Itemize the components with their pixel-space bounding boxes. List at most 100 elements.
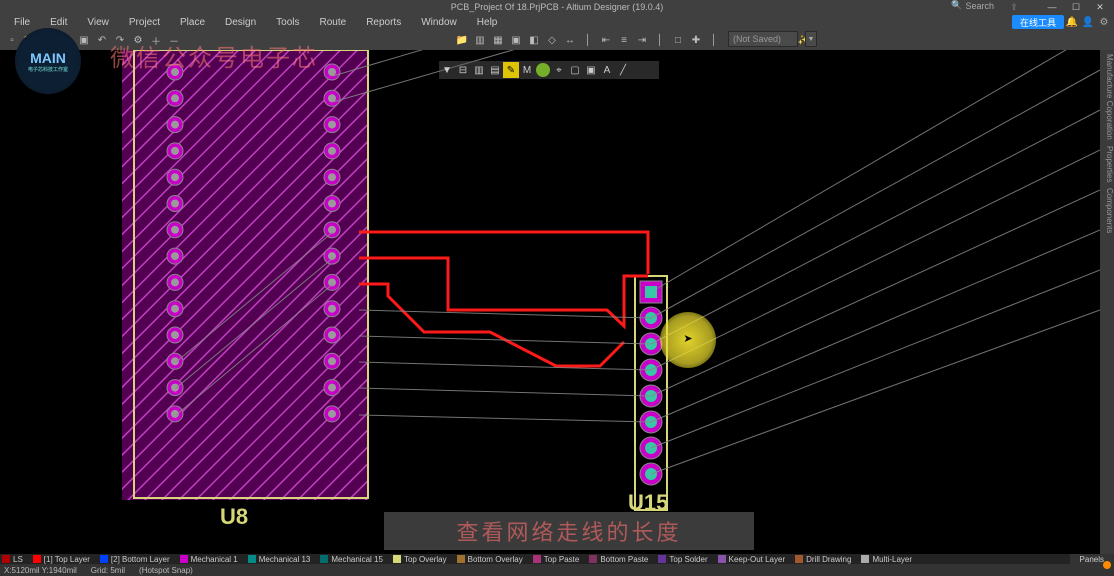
layer-tab-13[interactable]: Multi-Layer xyxy=(861,555,912,564)
sheet-icon[interactable]: ▥ xyxy=(472,32,488,48)
layer-tab-0[interactable]: LS xyxy=(2,555,23,564)
layer-tab-3[interactable]: Mechanical 1 xyxy=(180,555,238,564)
share-button[interactable]: ⇪ xyxy=(1004,0,1024,14)
layer-tab-6[interactable]: Top Overlay xyxy=(393,555,447,564)
menu-tools[interactable]: Tools xyxy=(266,17,309,28)
notify-icon[interactable]: 🔔 xyxy=(1064,14,1080,30)
align-c-icon[interactable]: ≡ xyxy=(616,32,632,48)
save-dropdown-icon[interactable]: ▼ xyxy=(805,31,817,47)
layer-tab-label: Mechanical 1 xyxy=(191,555,238,564)
menu-project[interactable]: Project xyxy=(119,17,170,28)
layer-swatch-icon xyxy=(533,555,541,563)
routed-tracks xyxy=(359,232,648,366)
window-controls: — ☐ ✕ xyxy=(1040,0,1112,14)
layer-tab-label: Drill Drawing xyxy=(806,555,851,564)
brand-sub: 电子芯科技工作室 xyxy=(28,66,68,73)
layer-swatch-icon xyxy=(100,555,108,563)
online-tools-button[interactable]: 在线工具 xyxy=(1012,15,1064,29)
layer-tab-5[interactable]: Mechanical 15 xyxy=(320,555,383,564)
dock-properties[interactable]: Properties xyxy=(1100,146,1114,182)
menu-place[interactable]: Place xyxy=(170,17,215,28)
layer-tab-8[interactable]: Top Paste xyxy=(533,555,580,564)
menu-design[interactable]: Design xyxy=(215,17,266,28)
layer-tabs: LS [1] Top Layer [2] Bottom Layer Mechanica… xyxy=(0,554,1114,564)
dock-manufacture[interactable]: Manufacture Coporation xyxy=(1100,54,1114,140)
layer-tab-label: Mechanical 13 xyxy=(259,555,311,564)
search-box[interactable]: 🔍 Search xyxy=(951,0,994,11)
folder2-icon[interactable]: 📁 xyxy=(454,32,470,48)
minimize-button[interactable]: — xyxy=(1040,0,1064,14)
caption-subtitle: 查看网络走线的长度 xyxy=(384,512,754,550)
ab-filter-icon[interactable]: ▼ xyxy=(439,62,455,78)
brand-name: MAIN xyxy=(30,50,66,66)
dock-components[interactable]: Components xyxy=(1100,188,1114,233)
layer-swatch-icon xyxy=(589,555,597,563)
grid-icon[interactable]: ▦ xyxy=(490,32,506,48)
menu-file[interactable]: File xyxy=(4,17,40,28)
layer-tab-2[interactable]: [2] Bottom Layer xyxy=(100,555,170,564)
ab-box2-icon[interactable]: ▣ xyxy=(583,62,599,78)
status-bar: X:5120mil Y:1940mil Grid: 5mil (Hotspot … xyxy=(0,564,1114,576)
layer-tab-10[interactable]: Top Solder xyxy=(658,555,707,564)
ab-clear-icon[interactable]: ⊟ xyxy=(455,62,471,78)
menu-view[interactable]: View xyxy=(77,17,119,28)
channel-watermark: 微信公众号电子芯 xyxy=(110,38,318,73)
dim-icon[interactable]: ↔ xyxy=(562,32,578,48)
poly-icon[interactable]: ◇ xyxy=(544,32,560,48)
layer-swatch-icon xyxy=(180,555,188,563)
layer-swatch-icon xyxy=(718,555,726,563)
layer-tab-label: Top Paste xyxy=(544,555,580,564)
layer-tab-label: Top Overlay xyxy=(404,555,447,564)
undo-icon[interactable]: ↶ xyxy=(94,32,110,48)
layer-tab-4[interactable]: Mechanical 13 xyxy=(248,555,311,564)
save-status[interactable]: (Not Saved) xyxy=(728,31,798,47)
window-icon[interactable]: ▣ xyxy=(508,32,524,48)
ab-dot-icon[interactable] xyxy=(535,62,551,78)
align-r-icon[interactable]: ⇥ xyxy=(634,32,650,48)
zoom-area-icon[interactable]: ▣ xyxy=(76,32,92,48)
layer-tab-12[interactable]: Drill Drawing xyxy=(795,555,851,564)
settings-gear-icon[interactable]: ⚙ xyxy=(1096,14,1112,30)
box-icon[interactable]: □ xyxy=(670,32,686,48)
layer-swatch-icon xyxy=(393,555,401,563)
status-grid: Grid: 5mil xyxy=(91,566,125,575)
close-button[interactable]: ✕ xyxy=(1088,0,1112,14)
status-hotspot: (Hotspot Snap) xyxy=(139,566,193,575)
menu-window[interactable]: Window xyxy=(411,17,467,28)
maximize-button[interactable]: ☐ xyxy=(1064,0,1088,14)
layer-swatch-icon xyxy=(861,555,869,563)
layer-tab-label: Mechanical 15 xyxy=(331,555,383,564)
menu-edit[interactable]: Edit xyxy=(40,17,77,28)
ab-sel-icon[interactable]: ⌖ xyxy=(551,62,567,78)
sep1-icon: │ xyxy=(580,32,596,48)
ab-pen-icon[interactable]: ✎ xyxy=(503,62,519,78)
layer-tab-11[interactable]: Keep-Out Layer xyxy=(718,555,785,564)
menu-route[interactable]: Route xyxy=(310,17,357,28)
cursor-highlight: ➤ xyxy=(660,312,716,368)
pcb-canvas[interactable]: U8 U15 xyxy=(0,50,1114,564)
user-icon[interactable]: 👤 xyxy=(1080,14,1096,30)
designator-u8: U8 xyxy=(220,504,248,530)
layer-tab-9[interactable]: Bottom Paste xyxy=(589,555,648,564)
shape-icon[interactable]: ◧ xyxy=(526,32,542,48)
layer-tab-label: [1] Top Layer xyxy=(44,555,90,564)
ab-box-icon[interactable]: ▢ xyxy=(567,62,583,78)
ab-line-icon[interactable]: ╱ xyxy=(615,62,631,78)
align-l-icon[interactable]: ⇤ xyxy=(598,32,614,48)
cross-icon[interactable]: ✚ xyxy=(688,32,704,48)
ab-mode-icon[interactable]: M xyxy=(519,62,535,78)
ab-text-icon[interactable]: A xyxy=(599,62,615,78)
layer-tab-1[interactable]: [1] Top Layer xyxy=(33,555,90,564)
sep2-icon: │ xyxy=(652,32,668,48)
title-bar: PCB_Project Of 18.PrjPCB - Altium Design… xyxy=(0,0,1114,14)
vline-icon[interactable]: │ xyxy=(706,32,722,48)
layer-tab-7[interactable]: Bottom Overlay xyxy=(457,555,523,564)
layer-tab-label: Bottom Paste xyxy=(600,555,648,564)
ab-chart2-icon[interactable]: ▤ xyxy=(487,62,503,78)
menu-reports[interactable]: Reports xyxy=(356,17,411,28)
menu-help[interactable]: Help xyxy=(467,17,508,28)
brand-logo: MAIN 电子芯科技工作室 xyxy=(15,28,81,94)
search-placeholder: Search xyxy=(965,1,994,11)
ab-chart-icon[interactable]: ▥ xyxy=(471,62,487,78)
layer-swatch-icon xyxy=(320,555,328,563)
